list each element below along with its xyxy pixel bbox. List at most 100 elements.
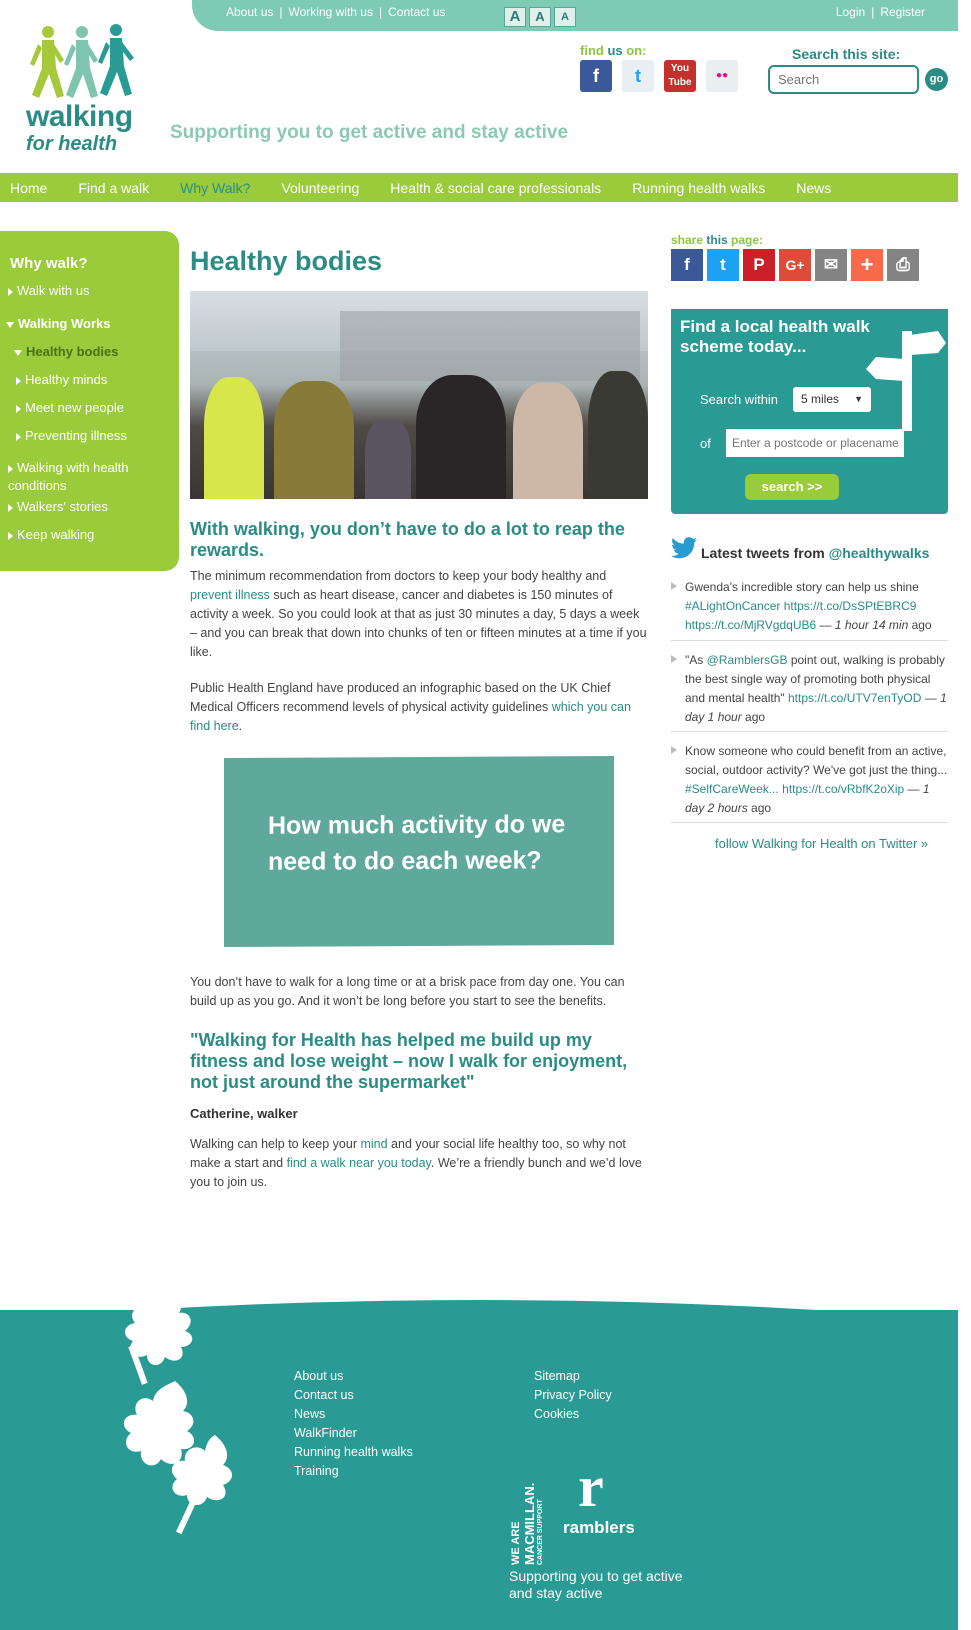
infographic-banner[interactable]: How much activity do we need to do each … <box>224 755 614 948</box>
sidebar-item-healthy-bodies[interactable]: Healthy bodies <box>14 343 118 361</box>
nav-item-why-walk[interactable]: Why Walk? <box>180 180 250 196</box>
tweet-ago: ago <box>908 618 932 632</box>
about-us-link[interactable]: About us <box>226 5 273 19</box>
facebook-icon[interactable]: f <box>580 60 612 92</box>
footer-link-news[interactable]: News <box>294 1407 325 1421</box>
text-size-medium-button[interactable]: A <box>529 7 551 27</box>
main-navigation: Home Find a walk Why Walk? Volunteering … <box>0 173 958 202</box>
mind-link[interactable]: mind <box>360 1137 387 1151</box>
paragraph-join-us: Walking can help to keep your mind and y… <box>190 1135 648 1192</box>
twitter-bird-icon <box>671 537 697 559</box>
logo-wordmark-for-health: for health <box>26 133 118 155</box>
footer-link-training[interactable]: Training <box>294 1464 339 1478</box>
tweet-text: Gwenda's incredible story can help us sh… <box>685 580 919 594</box>
ramblers-logo[interactable]: ramblers <box>563 1518 635 1538</box>
youtube-icon[interactable]: You Tube <box>664 60 696 92</box>
bullet-triangle-icon <box>671 655 677 663</box>
sidebar-title: Why walk? <box>10 255 88 272</box>
paragraph-text: Walking can help to keep your <box>190 1137 361 1151</box>
distance-select[interactable]: 5 miles ▼ <box>793 387 871 412</box>
arrow-right-icon <box>8 531 13 540</box>
testimonial-author: Catherine, walker <box>190 1106 298 1121</box>
lead-heading: With walking, you don’t have to do a lot… <box>190 519 625 560</box>
sidebar-item-keep-walking[interactable]: Keep walking <box>8 526 94 544</box>
sidebar-item-walk-with-us[interactable]: Walk with us <box>8 282 89 300</box>
share-label: share this page: <box>671 233 763 247</box>
follow-on-twitter-link[interactable]: follow Walking for Health on Twitter » <box>715 836 928 851</box>
nav-item-running-health-walks[interactable]: Running health walks <box>632 180 765 196</box>
share-label-pre: share <box>671 233 704 247</box>
sidebar-item-healthy-minds[interactable]: Healthy minds <box>16 371 107 389</box>
footer-link-cookies[interactable]: Cookies <box>534 1407 579 1421</box>
tweet-separator: — <box>921 691 941 705</box>
share-twitter-icon[interactable]: t <box>707 249 739 281</box>
text-size-large-button[interactable]: A <box>504 7 526 27</box>
share-google-plus-icon[interactable]: G+ <box>779 249 811 281</box>
working-with-us-link[interactable]: Working with us <box>289 5 373 19</box>
divider <box>671 640 948 641</box>
infographic-heading: How much activity do we need to do each … <box>268 810 566 876</box>
share-pinterest-icon[interactable]: P <box>743 249 775 281</box>
of-label: of <box>700 436 711 451</box>
paragraph-text: The minimum recommendation from doctors … <box>190 569 607 583</box>
nav-item-news[interactable]: News <box>796 180 831 196</box>
tweet-separator: — <box>816 618 835 632</box>
twitter-handle-link[interactable]: @healthywalks <box>829 545 930 561</box>
search-go-button[interactable]: go <box>925 68 948 91</box>
register-link[interactable]: Register <box>880 5 925 19</box>
sidebar-item-walking-works[interactable]: Walking Works <box>6 315 110 333</box>
find-walk-search-button[interactable]: search >> <box>745 474 839 500</box>
share-email-icon[interactable]: ✉ <box>815 249 847 281</box>
footer-link-walkfinder[interactable]: WalkFinder <box>294 1426 357 1440</box>
share-more-icon[interactable]: + <box>851 249 883 281</box>
nav-item-health-professionals[interactable]: Health & social care professionals <box>390 180 601 196</box>
site-search-input[interactable] <box>768 65 919 94</box>
sidebar-item-walking-with-health-conditions[interactable]: Walking with health conditions <box>8 459 148 495</box>
macmillan-logo[interactable]: WE ARE MACMILLAN. CANCER SUPPORT <box>510 1455 550 1565</box>
find-a-walk-link[interactable]: find a walk near you today <box>287 1156 431 1170</box>
utility-links: About us | Working with us | Contact us <box>226 5 445 19</box>
tweet-mention-link[interactable]: @RamblersGB <box>707 653 788 667</box>
sidebar-item-preventing-illness[interactable]: Preventing illness <box>16 427 127 445</box>
nav-item-home[interactable]: Home <box>10 180 47 196</box>
prevent-illness-link[interactable]: prevent illness <box>190 588 270 602</box>
footer-link-about-us[interactable]: About us <box>294 1369 343 1383</box>
tweet-separator: — <box>904 782 923 796</box>
tweet-links[interactable]: #SelfCareWeek... https://t.co/vRbfK2oXip <box>685 782 904 796</box>
tweet-item: Know someone who could benefit from an a… <box>671 742 948 818</box>
nav-item-find-a-walk[interactable]: Find a walk <box>78 180 149 196</box>
find-walk-widget: Find a local health walk scheme today...… <box>671 309 948 514</box>
sidebar-item-label: Healthy minds <box>25 372 108 387</box>
walker-figure <box>416 375 506 499</box>
contact-us-link[interactable]: Contact us <box>388 5 445 19</box>
postcode-input[interactable] <box>726 429 904 457</box>
share-label-mid: this <box>703 233 728 247</box>
hero-photo-group-walk <box>190 291 648 499</box>
nav-item-volunteering[interactable]: Volunteering <box>281 180 359 196</box>
flickr-icon[interactable]: ●● <box>706 60 738 92</box>
sidebar-item-label: Walk with us <box>17 283 90 298</box>
logo-wordmark-walking: walking <box>26 100 133 133</box>
arrow-right-icon <box>16 432 21 441</box>
arrow-right-icon <box>8 503 13 512</box>
tweet-links[interactable]: https://t.co/UTV7enTyOD <box>788 691 921 705</box>
twitter-icon[interactable]: t <box>622 60 654 92</box>
footer-link-sitemap[interactable]: Sitemap <box>534 1369 580 1383</box>
footer-link-privacy-policy[interactable]: Privacy Policy <box>534 1388 612 1402</box>
divider <box>671 731 948 732</box>
tweet-text: Know someone who could benefit from an a… <box>685 744 948 777</box>
chevron-down-icon: ▼ <box>854 394 863 404</box>
sidebar-item-label: Meet new people <box>25 400 125 415</box>
login-link[interactable]: Login <box>836 5 865 19</box>
tweet-ago: ago <box>747 801 772 815</box>
footer-link-contact-us[interactable]: Contact us <box>294 1388 354 1402</box>
footer-link-running-health-walks[interactable]: Running health walks <box>294 1445 413 1459</box>
ramblers-r-mark: r <box>578 1454 604 1519</box>
sidebar-item-walkers-stories[interactable]: Walkers' stories <box>8 498 108 516</box>
top-utility-bar: About us | Working with us | Contact us A A … <box>192 0 958 31</box>
text-size-small-button[interactable]: A <box>554 7 576 27</box>
sidebar-item-meet-new-people[interactable]: Meet new people <box>16 399 124 417</box>
share-facebook-icon[interactable]: f <box>671 249 703 281</box>
share-print-icon[interactable]: ⎙ <box>887 249 919 281</box>
tweets-heading-text: Latest tweets from <box>701 545 829 561</box>
